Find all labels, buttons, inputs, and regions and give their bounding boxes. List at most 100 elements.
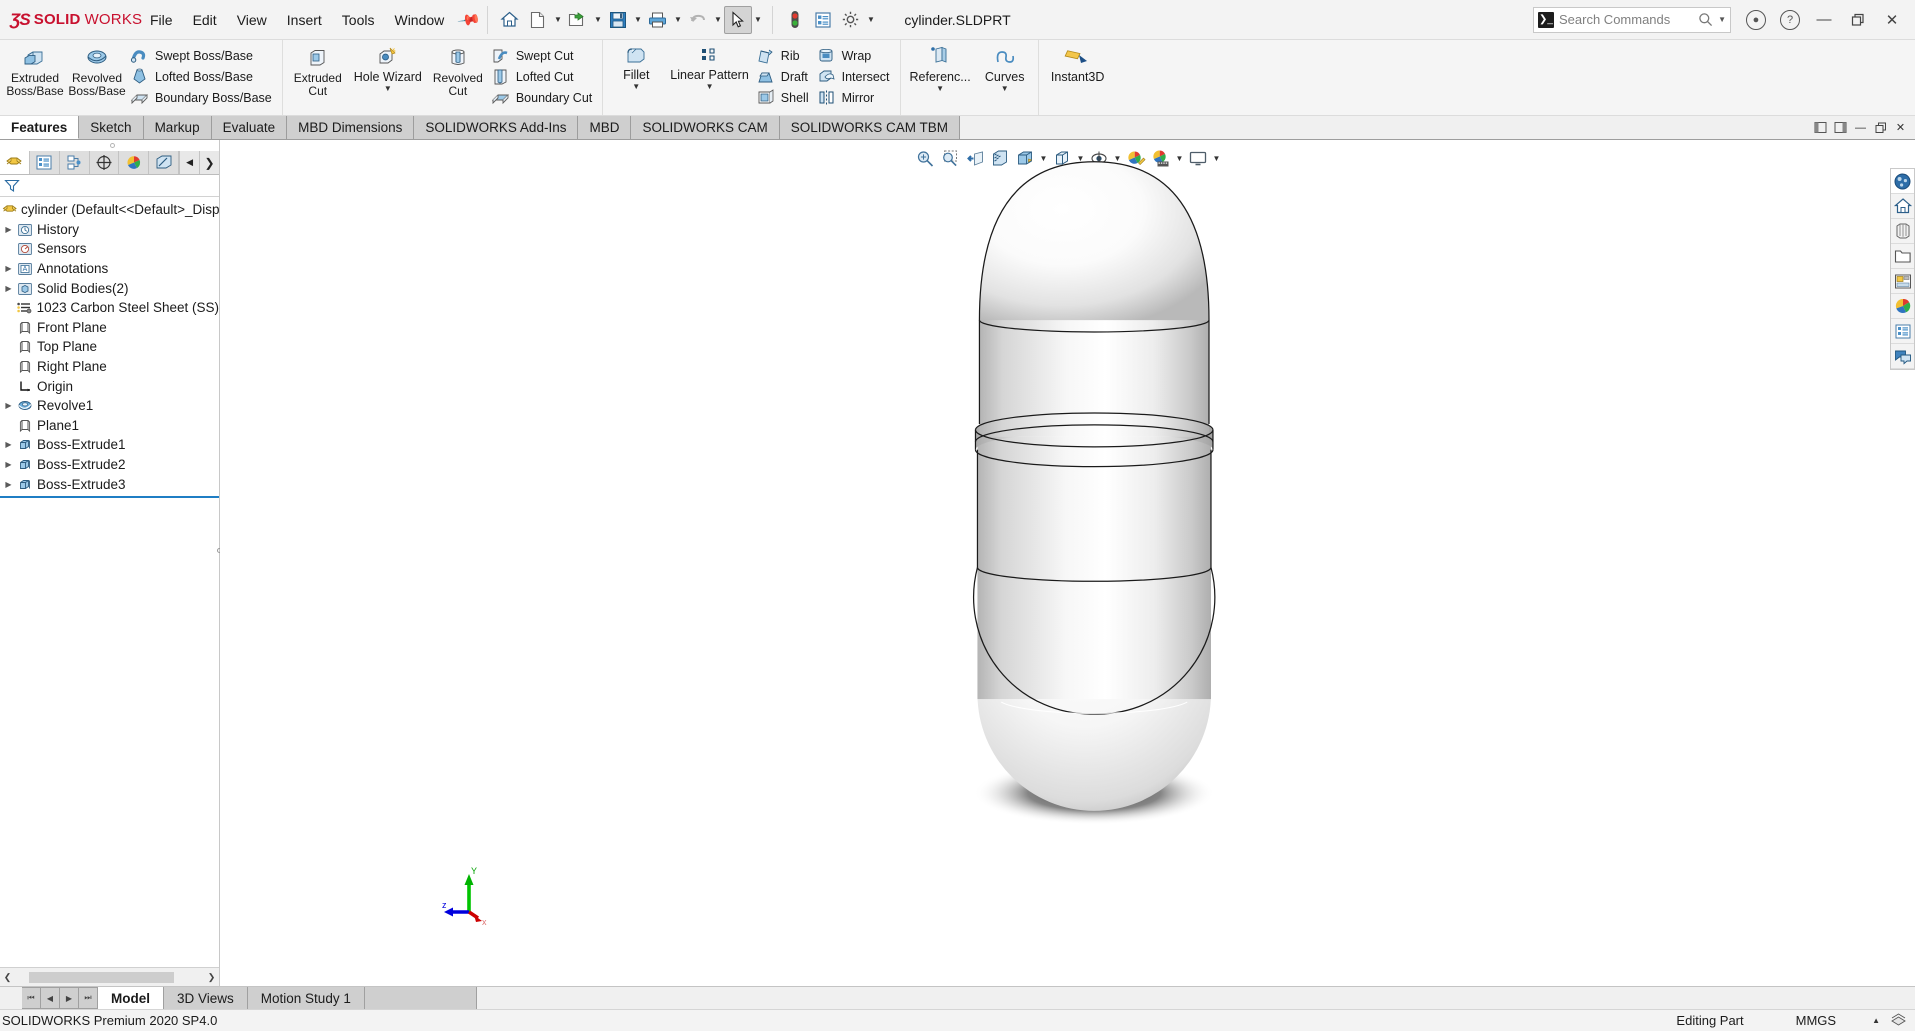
expand-arrow-icon[interactable]: ▶	[2, 225, 15, 234]
curves-caret-icon[interactable]: ▼	[1001, 84, 1009, 94]
help-icon[interactable]: ?	[1773, 3, 1807, 37]
pushpin-icon[interactable]: 📌	[457, 7, 483, 33]
view-palette-icon[interactable]	[1891, 269, 1914, 294]
reference-geometry-caret-icon[interactable]: ▼	[936, 84, 944, 94]
display-manager-icon[interactable]	[119, 151, 150, 174]
panel-restore-icon[interactable]	[1872, 119, 1889, 136]
appearances-scenes-icon[interactable]	[1891, 294, 1914, 319]
swept-boss-base-button[interactable]: Swept Boss/Base	[128, 45, 278, 66]
select-caret-icon[interactable]: ▼	[752, 6, 764, 34]
search-icon[interactable]	[1698, 12, 1713, 27]
pin-panel-left-icon[interactable]	[1812, 119, 1829, 136]
status-units[interactable]: MMGS	[1770, 1013, 1862, 1028]
markup-comment-icon[interactable]	[1891, 344, 1914, 369]
expand-arrow-icon[interactable]: ▶	[2, 480, 15, 489]
configuration-manager-icon[interactable]	[59, 151, 90, 174]
tree-item-boss-extrude1[interactable]: ▶ Boss-Extrude1	[0, 435, 219, 455]
cam-manager-icon[interactable]	[149, 151, 180, 174]
home-icon[interactable]	[496, 6, 524, 34]
mirror-button[interactable]: Mirror	[815, 87, 896, 108]
custom-properties-icon[interactable]	[1891, 319, 1914, 344]
file-explorer-icon[interactable]	[1891, 219, 1914, 244]
next-icon[interactable]: ▶	[60, 987, 79, 1009]
linear-pattern-button[interactable]: Linear Pattern ▼	[665, 42, 754, 92]
curves-button[interactable]: Curves ▼	[976, 42, 1034, 94]
tree-item-cylinder[interactable]: cylinder (Default<<Default>_Display	[0, 200, 219, 220]
tree-item-annotations[interactable]: ▶ A Annotations	[0, 259, 219, 279]
menu-view[interactable]: View	[227, 8, 277, 32]
save-icon[interactable]	[604, 6, 632, 34]
chevron-left-icon[interactable]: ◀	[179, 151, 200, 174]
bottom-tab-3d-views[interactable]: 3D Views	[164, 987, 248, 1009]
fillet-caret-icon[interactable]: ▼	[632, 82, 640, 92]
bottom-tab-model[interactable]: Model	[98, 987, 164, 1009]
linear-pattern-caret-icon[interactable]: ▼	[706, 82, 714, 92]
options-caret-icon[interactable]: ▼	[865, 6, 877, 34]
minimize-icon[interactable]: —	[1807, 3, 1841, 37]
extruded-boss-base-button[interactable]: Extruded Boss/Base	[4, 42, 66, 98]
tab-solidworks-add-ins[interactable]: SOLIDWORKS Add-Ins	[414, 116, 579, 139]
print-icon[interactable]	[644, 6, 672, 34]
expand-arrow-icon[interactable]: ▶	[2, 460, 15, 469]
search-input[interactable]: Search Commands	[1559, 12, 1693, 27]
chevron-right-icon[interactable]: ❯	[199, 151, 220, 174]
reference-geometry-button[interactable]: Referenc... ▼	[905, 42, 976, 94]
tab-features[interactable]: Features	[0, 116, 80, 139]
tree-item-boss-extrude2[interactable]: ▶ Boss-Extrude2	[0, 455, 219, 475]
open-caret-icon[interactable]: ▼	[592, 6, 604, 34]
draft-button[interactable]: Draft	[754, 66, 815, 87]
dimxpert-manager-icon[interactable]	[89, 151, 120, 174]
pin-panel-right-icon[interactable]	[1832, 119, 1849, 136]
scroll-thumb[interactable]	[29, 971, 174, 983]
wrap-button[interactable]: Wrap	[815, 45, 896, 66]
last-icon[interactable]: ⏭	[79, 987, 98, 1009]
revolved-cut-button[interactable]: Revolved Cut	[427, 42, 489, 98]
lofted-cut-button[interactable]: Lofted Cut	[489, 66, 598, 87]
boundary-boss-base-button[interactable]: Boundary Boss/Base	[128, 87, 278, 108]
layers-icon[interactable]	[1890, 1012, 1907, 1030]
swept-cut-button[interactable]: Swept Cut	[489, 45, 598, 66]
print-caret-icon[interactable]: ▼	[672, 6, 684, 34]
search-commands-box[interactable]: ❯_ Search Commands ▼	[1533, 6, 1731, 33]
scroll-track[interactable]	[15, 970, 204, 984]
previous-icon[interactable]: ◀	[41, 987, 60, 1009]
model-3d-view[interactable]	[220, 140, 1915, 986]
fillet-button[interactable]: Fillet ▼	[607, 42, 665, 92]
menu-window[interactable]: Window	[384, 8, 454, 32]
tab-markup[interactable]: Markup	[143, 116, 212, 139]
intersect-button[interactable]: Intersect	[815, 66, 896, 87]
hole-wizard-caret-icon[interactable]: ▼	[384, 84, 392, 94]
menu-file[interactable]: File	[140, 8, 183, 32]
lofted-boss-base-button[interactable]: Lofted Boss/Base	[128, 66, 278, 87]
expand-arrow-icon[interactable]: ▶	[2, 264, 15, 273]
feature-tree-hscrollbar[interactable]: ❮ ❯	[0, 967, 219, 986]
boundary-cut-button[interactable]: Boundary Cut	[489, 87, 598, 108]
panel-close-icon[interactable]: ✕	[1892, 119, 1909, 136]
tab-solidworks-cam[interactable]: SOLIDWORKS CAM	[631, 116, 780, 139]
new-document-caret-icon[interactable]: ▼	[552, 6, 564, 34]
tree-item-revolve1[interactable]: ▶ Revolve1	[0, 396, 219, 416]
options-gear-icon[interactable]	[837, 6, 865, 34]
tree-item-boss-extrude3[interactable]: ▶ Boss-Extrude3	[0, 474, 219, 494]
extruded-cut-button[interactable]: Extruded Cut	[287, 42, 349, 98]
undo-icon[interactable]	[684, 6, 712, 34]
close-icon[interactable]: ✕	[1875, 3, 1909, 37]
tree-item-origin[interactable]: Origin	[0, 376, 219, 396]
tab-evaluate[interactable]: Evaluate	[211, 116, 288, 139]
expand-arrow-icon[interactable]: ▶	[2, 284, 15, 293]
rebuild-traffic-light-icon[interactable]	[781, 6, 809, 34]
open-folder-icon[interactable]	[564, 6, 592, 34]
tree-item-plane1[interactable]: Plane1	[0, 416, 219, 436]
first-icon[interactable]: ⏮	[22, 987, 41, 1009]
tree-item-top-plane[interactable]: Top Plane	[0, 337, 219, 357]
menu-insert[interactable]: Insert	[277, 8, 332, 32]
tab-solidworks-cam-tbm[interactable]: SOLIDWORKS CAM TBM	[779, 116, 960, 139]
undo-caret-icon[interactable]: ▼	[712, 6, 724, 34]
menu-tools[interactable]: Tools	[332, 8, 385, 32]
property-manager-icon[interactable]	[29, 151, 60, 174]
search-caret-icon[interactable]: ▼	[1718, 15, 1726, 24]
rollback-bar[interactable]	[0, 495, 219, 498]
tree-item-front-plane[interactable]: Front Plane	[0, 318, 219, 338]
panel-minimize-icon[interactable]: —	[1852, 119, 1869, 136]
instant3d-button[interactable]: Instant3D	[1043, 42, 1113, 84]
